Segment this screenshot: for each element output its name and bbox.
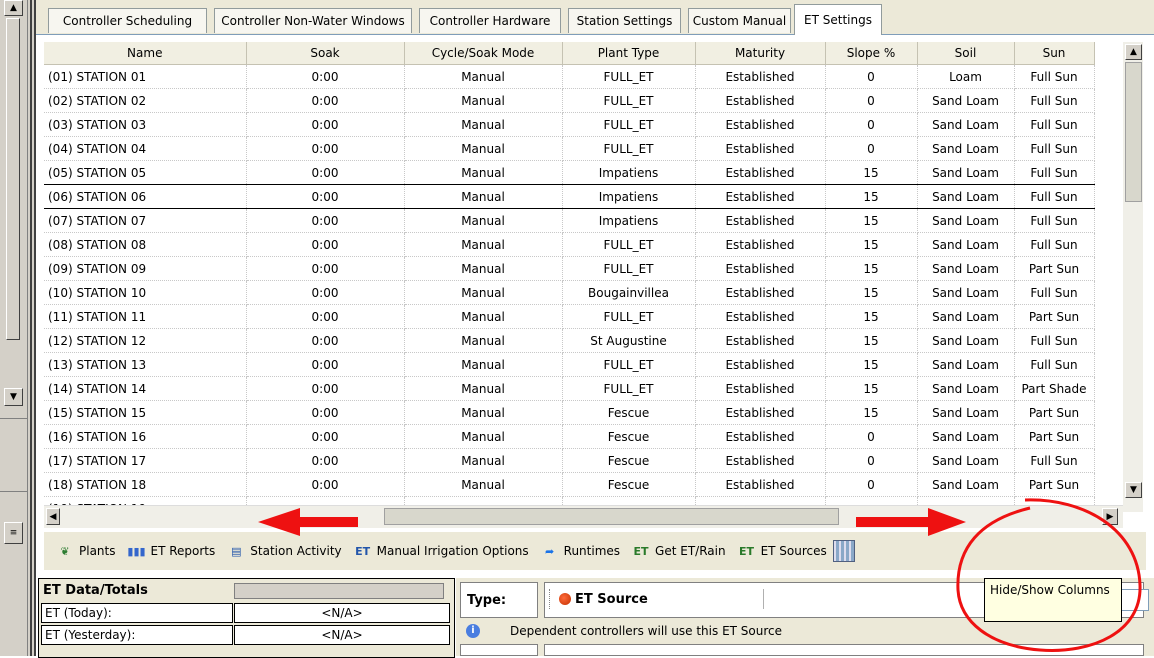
annotation-overlay: [258, 498, 1142, 652]
right-arrow-annotation: [856, 508, 966, 536]
left-arrow-annotation: [258, 508, 358, 536]
circle-annotation: [956, 498, 1142, 652]
